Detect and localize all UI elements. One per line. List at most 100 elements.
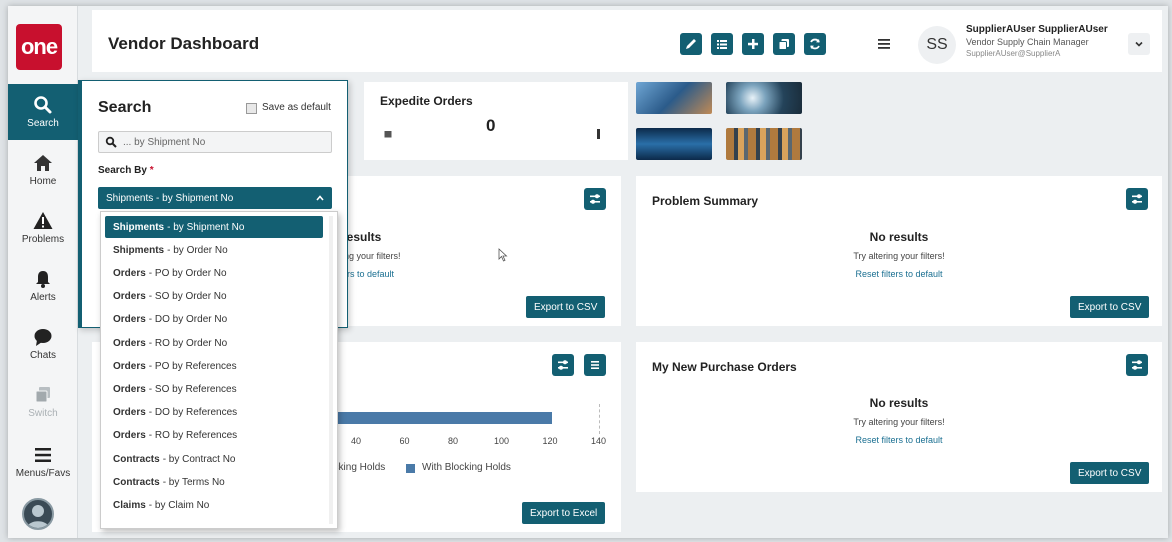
- menu-icon: [35, 448, 51, 462]
- user-menu-button[interactable]: [1128, 33, 1150, 55]
- expedite-title: Expedite Orders: [380, 94, 473, 108]
- nav-label: Search: [27, 118, 59, 129]
- thumbnail-image[interactable]: [726, 82, 802, 114]
- sliders-icon: [590, 194, 600, 204]
- legend-item-with: With Blocking Holds: [422, 462, 511, 473]
- search-by-text: Search By: [98, 165, 147, 176]
- option-entity: Orders: [113, 407, 146, 419]
- filter-button[interactable]: [1126, 188, 1148, 210]
- chevron-down-icon: [1135, 41, 1143, 47]
- chevron-up-icon: [316, 195, 324, 201]
- copy-button[interactable]: [773, 33, 795, 55]
- filter-button[interactable]: [1126, 354, 1148, 376]
- export-excel-button[interactable]: Export to Excel: [522, 502, 606, 524]
- purchase-orders-card: My New Purchase Orders No results Try al…: [636, 342, 1162, 492]
- hamburger-icon[interactable]: [876, 36, 892, 52]
- nav-home[interactable]: Home: [8, 142, 78, 198]
- nav-chats[interactable]: Chats: [8, 316, 78, 372]
- user-avatar[interactable]: SS: [918, 26, 956, 64]
- plus-icon: [748, 39, 758, 49]
- dropdown-option[interactable]: Contracts - by Terms No: [105, 471, 323, 493]
- dropdown-option[interactable]: Claims - by Claim No: [105, 494, 323, 516]
- option-criteria: - by Order No: [167, 244, 228, 256]
- header: Vendor Dashboard SS SupplierAUser Suppli…: [92, 10, 1162, 72]
- problem-summary-card: Problem Summary No results Try altering …: [636, 176, 1162, 326]
- user-email: SupplierAUser@SupplierA: [966, 49, 1061, 58]
- save-as-default-label[interactable]: Save as default: [262, 102, 331, 113]
- dropdown-scrollbar[interactable]: [329, 216, 333, 524]
- option-entity: Claims: [113, 499, 146, 511]
- option-criteria: - SO by Order No: [148, 291, 227, 303]
- search-field[interactable]: [98, 131, 332, 153]
- search-title: Search: [98, 99, 152, 116]
- edit-button[interactable]: [680, 33, 702, 55]
- refresh-button[interactable]: [804, 33, 826, 55]
- option-entity: Shipments: [113, 221, 165, 233]
- app-window: one Search Home Problems Alerts Chats Sw…: [8, 6, 1168, 538]
- nav-alerts[interactable]: Alerts: [8, 258, 78, 314]
- option-entity: Orders: [113, 314, 146, 326]
- save-as-default-checkbox[interactable]: [246, 103, 257, 114]
- nav-search[interactable]: Search: [8, 84, 78, 140]
- dropdown-option[interactable]: Shipments - by Order No: [105, 239, 323, 261]
- dropdown-option[interactable]: Orders - RO by Order No: [105, 332, 323, 354]
- option-entity: Contracts: [113, 453, 160, 465]
- x-tick-label: 100: [493, 436, 510, 446]
- nav-menus-favs[interactable]: Menus/Favs: [8, 434, 78, 490]
- dropdown-option[interactable]: Orders - PO by References: [105, 355, 323, 377]
- option-criteria: - RO by References: [148, 430, 238, 442]
- search-by-dropdown: Shipments - by Shipment No Shipments - by O…: [100, 211, 338, 529]
- x-tick-label: 140: [590, 436, 607, 446]
- search-by-select[interactable]: Shipments - by Shipment No: [98, 187, 332, 209]
- bell-icon: [36, 271, 50, 288]
- dropdown-option[interactable]: Orders - DO by Order No: [105, 309, 323, 331]
- required-mark: *: [149, 165, 154, 176]
- dropdown-option[interactable]: Orders - SO by References: [105, 378, 323, 400]
- dropdown-option[interactable]: Orders - RO by References: [105, 425, 323, 447]
- option-entity: Orders: [113, 291, 146, 303]
- option-criteria: - PO by Order No: [148, 267, 227, 279]
- nav-switch[interactable]: Switch: [8, 374, 78, 430]
- switch-icon: [35, 387, 50, 403]
- add-button[interactable]: [742, 33, 764, 55]
- reset-filters-link[interactable]: Reset filters to default: [636, 435, 1162, 445]
- filter-button[interactable]: [584, 188, 606, 210]
- option-entity: Orders: [113, 383, 146, 395]
- try-altering-text: ing your filters!: [342, 251, 401, 261]
- thumbnail-image[interactable]: [636, 128, 712, 160]
- expedite-orders-card: Expedite Orders 0: [364, 82, 628, 160]
- person-icon: [27, 505, 49, 528]
- x-tick-label: 120: [542, 436, 558, 446]
- nav-problems[interactable]: Problems: [8, 200, 78, 256]
- search-input[interactable]: [123, 134, 323, 150]
- export-csv-button[interactable]: Export to CSV: [526, 296, 606, 318]
- thumbnail-image[interactable]: [726, 128, 802, 160]
- grid-line: [598, 404, 600, 434]
- export-csv-button[interactable]: Export to CSV: [1070, 296, 1150, 318]
- option-entity: Orders: [113, 267, 146, 279]
- copy-icon: [778, 39, 789, 50]
- list-button[interactable]: [711, 33, 733, 55]
- logo[interactable]: one: [16, 24, 62, 70]
- option-criteria: - PO by References: [148, 360, 237, 372]
- dropdown-option[interactable]: Contracts - by Contract No: [105, 448, 323, 470]
- dropdown-option[interactable]: Orders - DO by References: [105, 402, 323, 424]
- option-criteria: - SO by References: [148, 383, 237, 395]
- thumbnail-image[interactable]: [636, 82, 712, 114]
- reset-filters-link[interactable]: Reset filters to default: [636, 269, 1162, 279]
- reset-filters-link[interactable]: ers to default: [342, 269, 394, 279]
- chart-bar[interactable]: [334, 412, 553, 424]
- export-csv-button[interactable]: Export to CSV: [1070, 462, 1150, 484]
- option-criteria: - by Terms No: [162, 476, 225, 488]
- dropdown-option[interactable]: Orders - SO by Order No: [105, 286, 323, 308]
- dropdown-option[interactable]: Orders - PO by Order No: [105, 262, 323, 284]
- profile-avatar[interactable]: [22, 498, 54, 530]
- option-criteria: - by Contract No: [162, 453, 236, 465]
- nav-label: Problems: [21, 234, 65, 245]
- left-nav: one Search Home Problems Alerts Chats Sw…: [8, 6, 78, 538]
- dropdown-option[interactable]: Shipments - by Shipment No: [105, 216, 323, 238]
- option-entity: Orders: [113, 337, 146, 349]
- x-tick-label: 40: [350, 436, 361, 446]
- nav-label: Switch: [28, 408, 58, 419]
- mouse-cursor-icon: [498, 248, 508, 262]
